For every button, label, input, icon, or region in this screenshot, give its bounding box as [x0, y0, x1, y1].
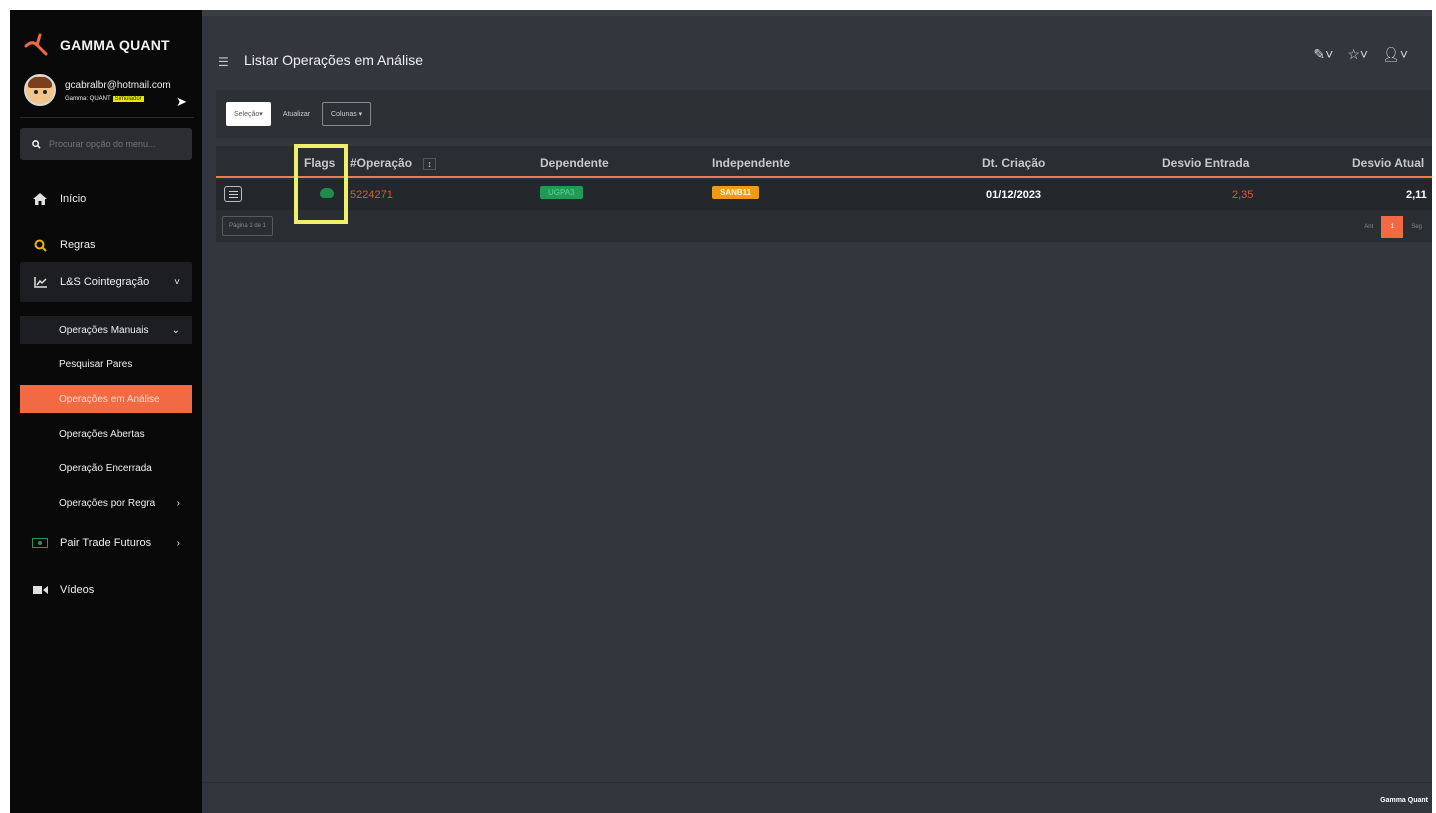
cell-desvio-entrada: 2,35 [1232, 189, 1254, 201]
sidebar-sub-label: Operações Manuais [59, 324, 149, 336]
main-content: ☰ Listar Operações em Análise ✎˅ ☆˅ 👤︎˅ … [202, 10, 1432, 813]
cell-operacao[interactable]: 5224271 [350, 189, 393, 201]
page-header: ☰ Listar Operações em Análise ✎˅ ☆˅ 👤︎˅ [202, 36, 1432, 86]
column-dt-criacao[interactable]: Dt. Criação [982, 156, 1045, 170]
caret-down-icon: ▾ [259, 111, 263, 118]
avatar[interactable] [24, 74, 56, 106]
page-title: Listar Operações em Análise [244, 52, 423, 68]
header-icons: ✎˅ ☆˅ 👤︎˅ [1313, 46, 1408, 63]
video-icon [20, 585, 60, 595]
divider [20, 117, 194, 118]
dependente-badge: UGPA3 [540, 186, 583, 199]
chevron-down-icon: ˅ [174, 276, 180, 288]
sidebar-item-label: L&S Cointegração [60, 276, 150, 288]
sidebar-item-videos[interactable]: Vídeos [20, 571, 192, 609]
refresh-label: Atualizar [282, 110, 311, 118]
hamburger-icon[interactable]: ☰ [218, 55, 229, 69]
cell-desvio-atual: 2,11 [1406, 189, 1427, 201]
row-menu-icon[interactable] [224, 186, 242, 202]
gamma-logo-icon [24, 33, 48, 56]
pencil-icon[interactable]: ✎˅ [1313, 46, 1333, 63]
search-icon [32, 139, 41, 149]
star-icon[interactable]: ☆˅ [1347, 46, 1368, 63]
columns-label: Colunas [331, 110, 357, 118]
column-desvio-entrada[interactable]: Desvio Entrada [1162, 156, 1249, 170]
sidebar-item-ls-cointegracao[interactable]: L&S Cointegração ˅ [20, 262, 192, 302]
column-dependente[interactable]: Dependente [540, 156, 609, 170]
sidebar-item-inicio[interactable]: Início [20, 180, 192, 218]
chevron-down-icon: ⌄ [171, 324, 180, 336]
sidebar-sub-pesquisar-pares[interactable]: Pesquisar Pares [20, 350, 192, 378]
sidebar-item-label: Vídeos [60, 584, 95, 596]
home-icon [20, 193, 60, 205]
chevron-right-icon: › [176, 537, 180, 549]
money-icon [20, 538, 60, 548]
column-independente[interactable]: Independente [712, 156, 790, 170]
menu-search[interactable] [20, 128, 192, 160]
independente-badge: SANB11 [712, 186, 760, 199]
sidebar-item-label: Regras [60, 239, 96, 251]
footer-text: Gamma Quant [1380, 797, 1428, 804]
sidebar-sub-operacoes-por-regra[interactable]: Operações por Regra › [20, 489, 192, 517]
sidebar-item-label: Pair Trade Futuros [60, 537, 152, 549]
table-footer: Página 1 de 1 Ant 1 Seg [216, 212, 1432, 242]
column-operacao[interactable]: #Operação ↕ [350, 156, 436, 170]
operations-table: Flags #Operação ↕ Dependente Independent… [216, 144, 1432, 242]
column-desvio-atual[interactable]: Desvio Atual [1352, 156, 1424, 170]
cell-dependente: UGPA3 [540, 186, 583, 199]
page-button-current[interactable]: 1 [1381, 216, 1404, 238]
cell-independente: SANB11 [712, 186, 760, 199]
selection-button[interactable]: Seleção ▾ [226, 102, 271, 126]
user-email: gcabralbr@hotmail.com [65, 80, 171, 91]
user-panel[interactable]: gcabralbr@hotmail.com Gamma: QUANT Simul… [24, 74, 192, 116]
user-plan: Gamma: QUANT Simulador [65, 96, 144, 102]
sidebar-sub-label: Operações em Análise [59, 393, 160, 405]
brand[interactable]: GAMMA QUANT [24, 32, 170, 58]
column-operacao-label: #Operação [350, 156, 413, 170]
sidebar-sub-operacoes-abertas[interactable]: Operações Abertas [20, 420, 192, 448]
refresh-button[interactable]: Atualizar [275, 102, 318, 126]
brand-name: GAMMA QUANT [60, 37, 170, 53]
sidebar-sub-operacoes-manuais[interactable]: Operações Manuais ⌄ [20, 316, 192, 344]
user-plan-label: Gamma: QUANT [65, 96, 111, 102]
app-window: GAMMA QUANT gcabralbr@hotmail.com Gamma:… [10, 10, 1432, 813]
table-row[interactable]: 5224271 UGPA3 SANB11 01/12/2023 2,35 2,1… [216, 180, 1432, 210]
sidebar-sub-operacao-encerrada[interactable]: Operação Encerrada [20, 454, 192, 482]
columns-button[interactable]: Colunas ▾ [322, 102, 372, 126]
page-footer: Gamma Quant [202, 782, 1432, 813]
menu-search-input[interactable] [49, 139, 179, 149]
next-page-button[interactable]: Seg [1407, 224, 1426, 230]
toolbar: Seleção ▾ Atualizar Colunas ▾ [216, 90, 1432, 138]
selection-label: Seleção [234, 110, 260, 118]
sidebar-sub-label: Operações Abertas [59, 428, 145, 440]
caret-down-icon: ▾ [356, 111, 363, 118]
prev-page-button[interactable]: Ant [1360, 224, 1377, 230]
sidebar-sub-operacoes-em-analise[interactable]: Operações em Análise [20, 385, 192, 413]
sidebar-item-pair-trade-futuros[interactable]: Pair Trade Futuros › [20, 524, 192, 562]
sidebar-item-label: Início [60, 193, 87, 205]
search-icon [20, 239, 60, 252]
sort-icon[interactable]: ↕ [423, 158, 436, 170]
table-header: Flags #Operação ↕ Dependente Independent… [216, 146, 1432, 178]
cell-dt-criacao: 01/12/2023 [986, 189, 1042, 201]
chevron-right-icon: › [176, 497, 180, 509]
page-info: Página 1 de 1 [222, 216, 274, 236]
sidebar-sub-label: Pesquisar Pares [59, 358, 133, 370]
chart-icon [20, 276, 60, 288]
simulator-badge: Simulador [112, 96, 144, 102]
sidebar-item-regras[interactable]: Regras [20, 226, 192, 264]
sidebar-sub-label: Operação Encerrada [59, 462, 152, 474]
pagination: Ant 1 Seg [1360, 216, 1426, 238]
user-icon[interactable]: 👤︎˅ [1382, 46, 1408, 63]
mouse-cursor-icon: ➤ [176, 94, 187, 109]
sidebar: GAMMA QUANT gcabralbr@hotmail.com Gamma:… [10, 10, 202, 813]
sidebar-sub-label: Operações por Regra [59, 497, 156, 509]
